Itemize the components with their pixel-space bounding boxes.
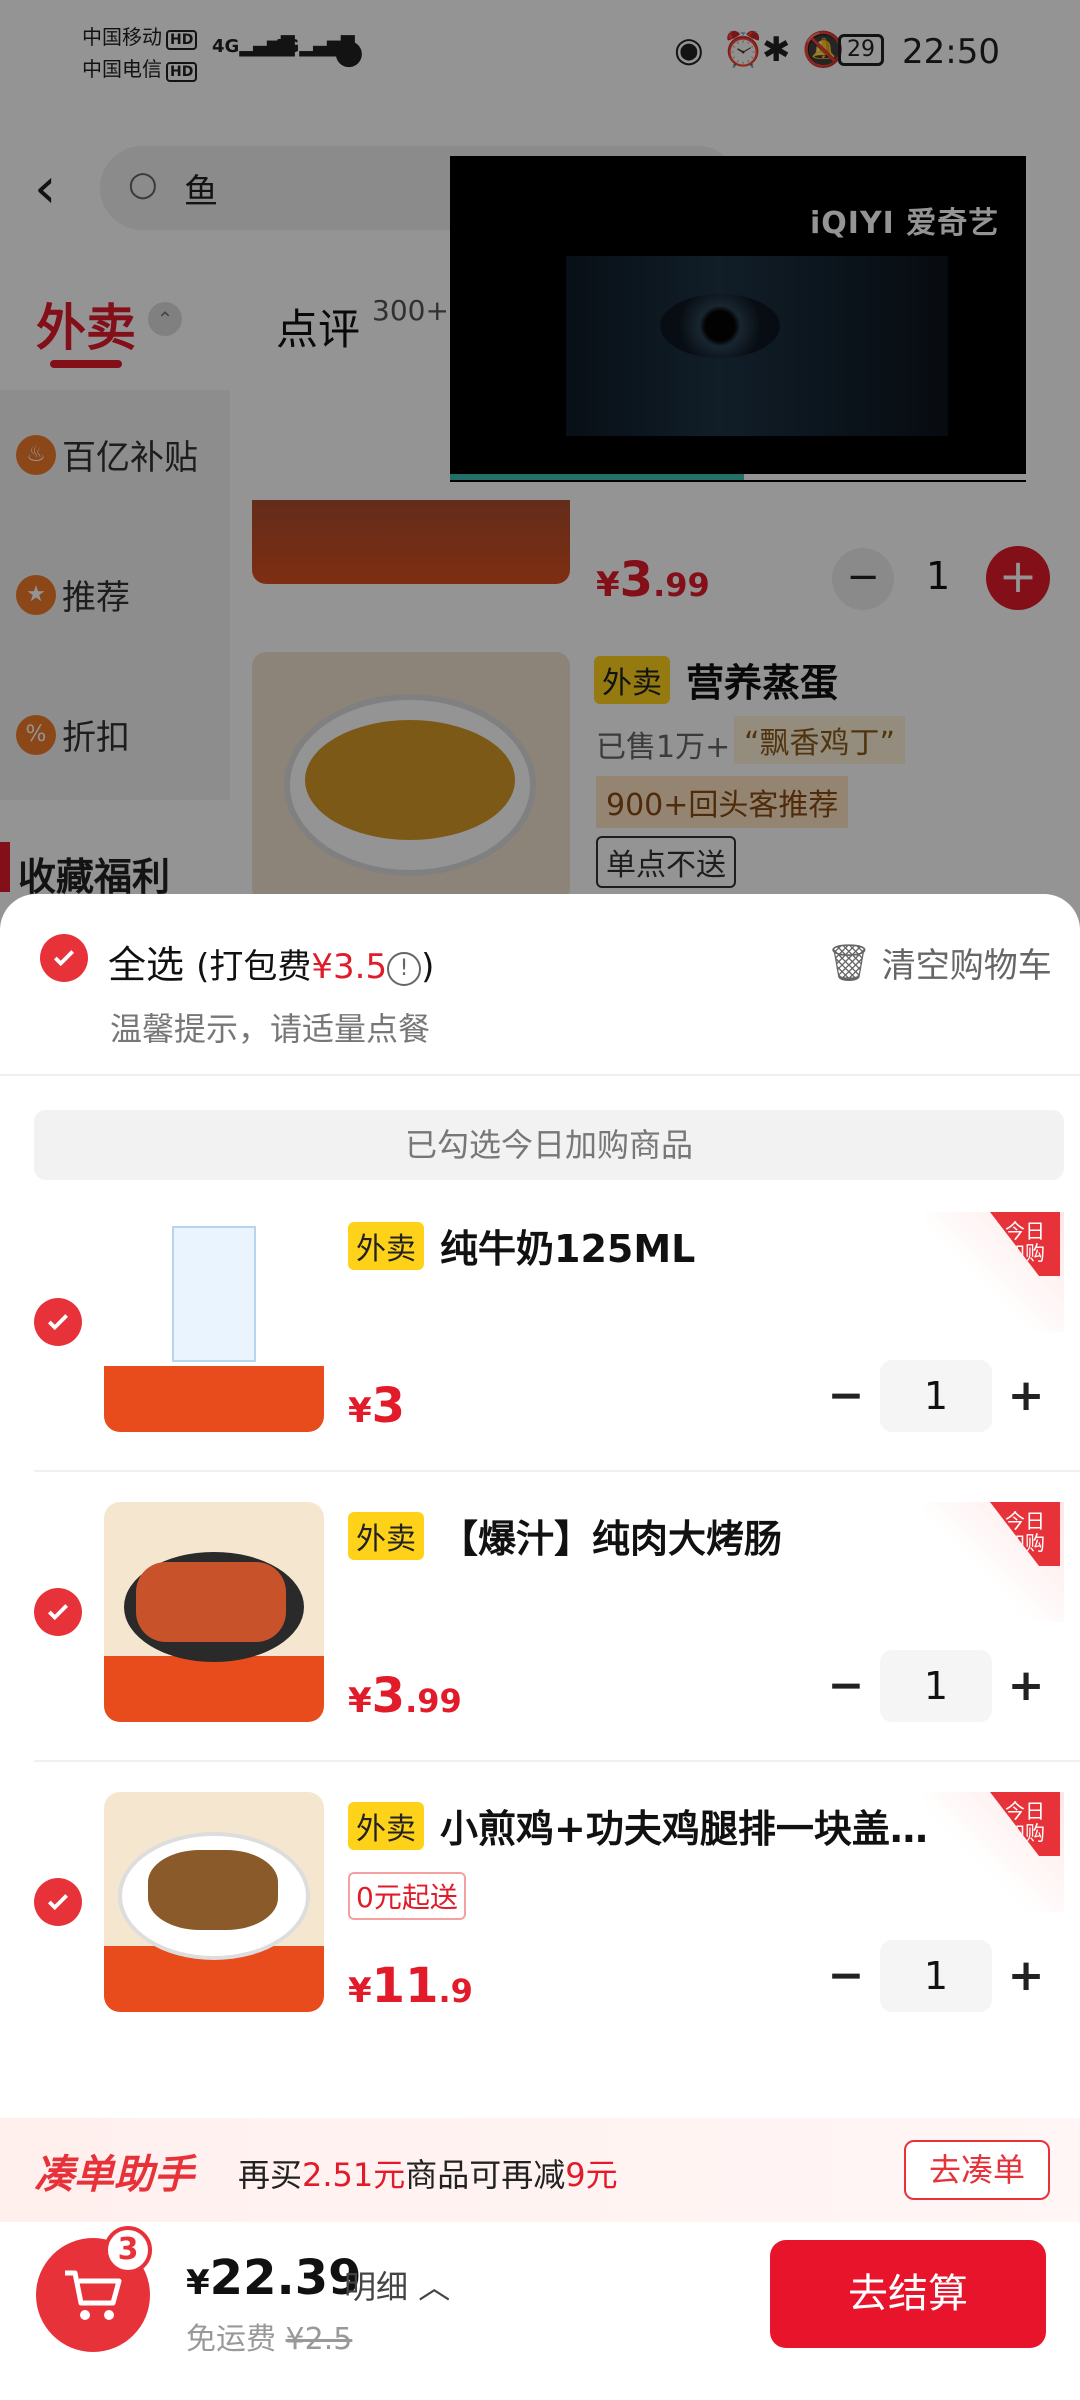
quantity-input[interactable]: 1: [880, 1650, 992, 1722]
min-order-tag: 0元起送: [348, 1872, 466, 1920]
item-title[interactable]: 外卖 小煎鸡+功夫鸡腿排一块盖…: [348, 1798, 948, 1853]
product-image-chicken[interactable]: [104, 1792, 324, 2012]
check-icon: [47, 1314, 69, 1331]
item-checkbox[interactable]: [34, 1588, 82, 1636]
decrease-button[interactable]: −: [826, 1954, 866, 1998]
divider: [0, 1074, 1080, 1076]
select-all-label[interactable]: 全选 (打包费¥3.5!): [108, 934, 434, 989]
product-image-sausage[interactable]: [104, 1502, 324, 1722]
milk-box: [172, 1226, 256, 1362]
check-icon: [47, 1604, 69, 1621]
item-price: ¥11.9: [348, 1958, 473, 2014]
sausage-image: [136, 1562, 286, 1642]
checkout-button[interactable]: 去结算: [770, 2240, 1046, 2348]
added-banner: 已勾选今日加购商品: [34, 1110, 1064, 1180]
increase-button[interactable]: +: [1006, 1374, 1046, 1418]
clear-cart-button[interactable]: 🗑 清空购物车: [826, 938, 1052, 987]
cart-tip: 温馨提示，请适量点餐: [110, 1010, 431, 1048]
increase-button[interactable]: +: [1006, 1664, 1046, 1708]
bundle-button[interactable]: 去凑单: [904, 2140, 1050, 2200]
bundle-helper-text: 再买2.51元商品可再减9元: [238, 2156, 618, 2194]
quantity-input[interactable]: 1: [880, 1940, 992, 2012]
item-checkbox[interactable]: [34, 1298, 82, 1346]
select-all-checkbox[interactable]: [40, 934, 88, 982]
cart-count-badge: 3: [104, 2226, 152, 2274]
info-icon[interactable]: !: [387, 951, 422, 986]
chevron-up-icon: ︿: [408, 2268, 451, 2306]
item-price: ¥3: [348, 1378, 406, 1434]
divider: [34, 1760, 1080, 1762]
item-price: ¥3.99: [348, 1668, 462, 1724]
increase-button[interactable]: +: [1006, 1954, 1046, 1998]
delivery-fee: 免运费 ¥2.5: [186, 2322, 353, 2357]
pack-fee: (打包费¥3.5!): [196, 947, 435, 987]
bundle-helper-title: 凑单助手: [34, 2152, 194, 2198]
check-icon: [53, 950, 75, 967]
divider: [34, 1470, 1080, 1472]
item-title[interactable]: 外卖 纯牛奶125ML: [348, 1218, 695, 1273]
trash-icon: 🗑: [826, 942, 872, 984]
decrease-button[interactable]: −: [826, 1374, 866, 1418]
check-icon: [47, 1894, 69, 1911]
quantity-input[interactable]: 1: [880, 1360, 992, 1432]
total-price: ¥22.39: [186, 2250, 362, 2306]
price-detail-toggle[interactable]: 明细 ︿: [344, 2262, 450, 2308]
item-checkbox[interactable]: [34, 1878, 82, 1926]
item-title[interactable]: 外卖 【爆汁】纯肉大烤肠: [348, 1508, 782, 1563]
product-image-milk[interactable]: [104, 1212, 324, 1432]
decrease-button[interactable]: −: [826, 1664, 866, 1708]
chicken-image: [148, 1850, 278, 1930]
cart-icon: [65, 2270, 122, 2320]
